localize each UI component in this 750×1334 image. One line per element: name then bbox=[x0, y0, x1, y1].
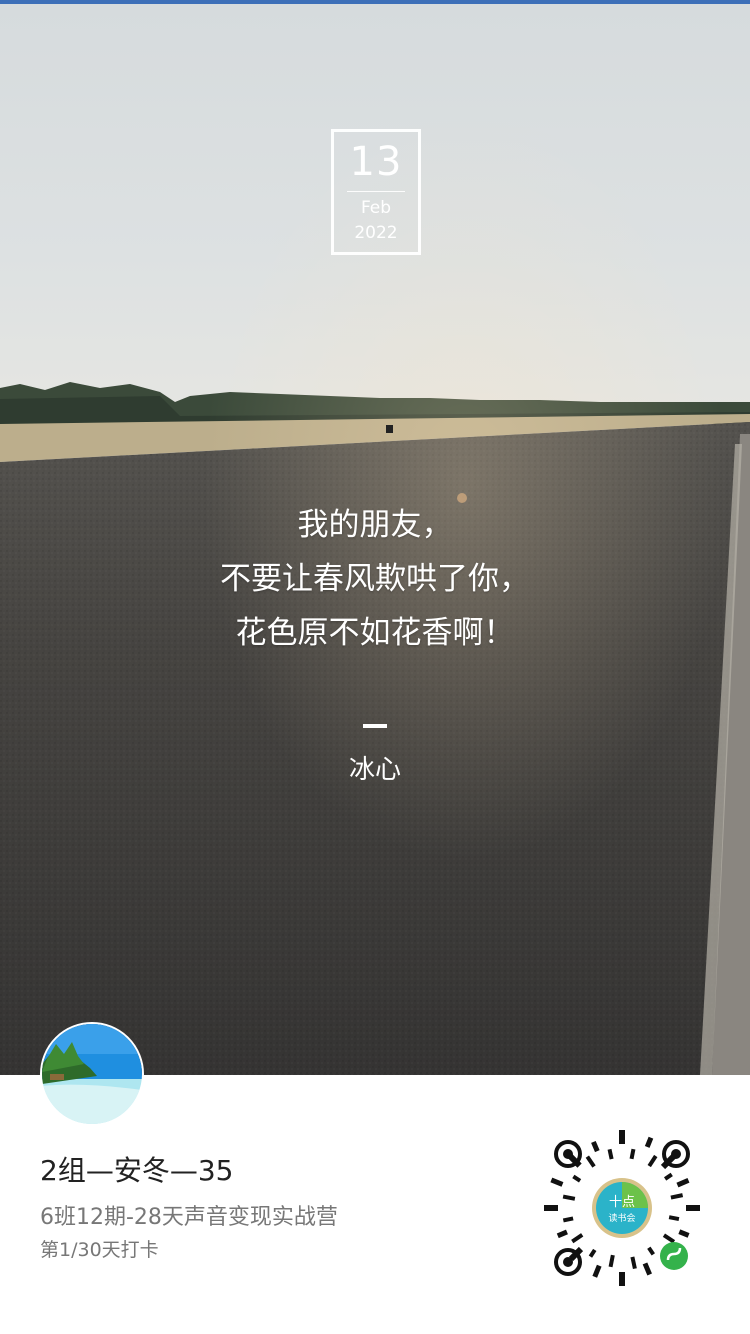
hero-image: 13 Feb 2022 我的朋友， 不要让春风欺哄了你， 花色原不如花香啊！ 冰… bbox=[0, 4, 750, 1075]
qr-code-icon: 十点 读书会 bbox=[544, 1130, 700, 1286]
date-divider bbox=[347, 191, 405, 192]
quote-line: 花色原不如花香啊！ bbox=[235, 615, 515, 651]
date-day: 13 bbox=[349, 139, 403, 185]
quote-text: 我的朋友， 不要让春风欺哄了你， 花色原不如花香啊！ bbox=[0, 498, 750, 660]
quote-author: 冰心 bbox=[348, 755, 401, 785]
quote-line: 我的朋友， bbox=[297, 507, 453, 543]
checkin-progress: 第1/30天打卡 bbox=[40, 1239, 159, 1261]
checkin-card: 13 Feb 2022 我的朋友， 不要让春风欺哄了你， 花色原不如花香啊！ 冰… bbox=[0, 0, 750, 1334]
avatar-beach-image bbox=[42, 1024, 142, 1124]
quote-line: 不要让春风欺哄了你， bbox=[220, 561, 530, 597]
date-badge: 13 Feb 2022 bbox=[331, 129, 421, 255]
date-month: Feb bbox=[360, 198, 392, 218]
mini-program-qr-code[interactable]: 十点 读书会 bbox=[542, 1128, 702, 1288]
user-name: 2组—安冬—35 bbox=[40, 1154, 234, 1187]
qr-logo-text-2: 读书会 bbox=[608, 1212, 635, 1224]
date-year: 2022 bbox=[354, 223, 398, 243]
qr-logo-text-1: 十点 bbox=[609, 1195, 635, 1210]
avatar[interactable] bbox=[40, 1022, 144, 1126]
quote-dash bbox=[363, 724, 387, 728]
course-title: 6班12期-28天声音变现实战营 bbox=[40, 1205, 338, 1230]
